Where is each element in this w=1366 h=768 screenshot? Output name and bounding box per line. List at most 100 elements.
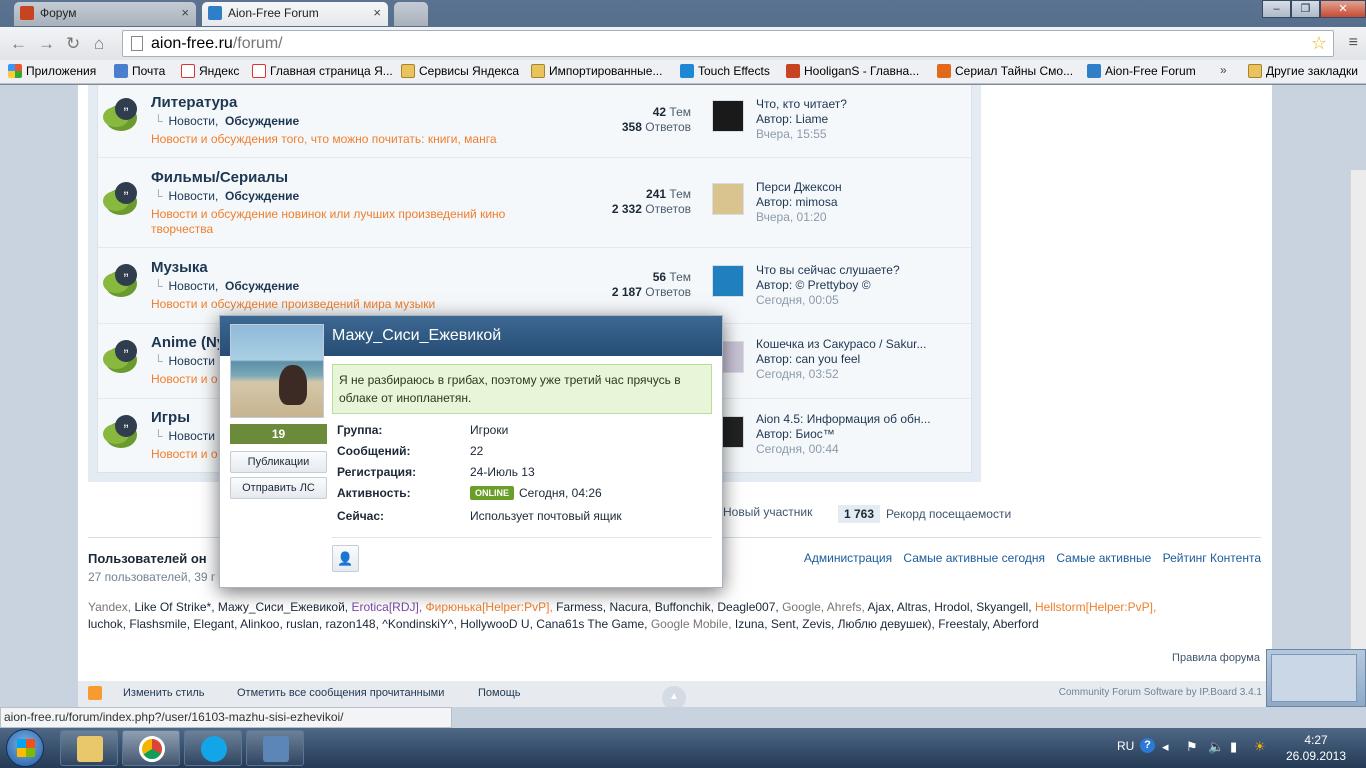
window-thumbnail[interactable] xyxy=(1266,649,1366,707)
subforum-link[interactable]: Новости xyxy=(169,354,215,368)
online-user-link[interactable]: Мажу_Сиси_Ежевикой, xyxy=(218,600,348,614)
reload-icon[interactable]: ↻ xyxy=(66,34,80,54)
home-icon[interactable]: ⌂ xyxy=(94,34,104,54)
back-icon[interactable]: ← xyxy=(10,34,27,54)
mark-all-read-link[interactable]: Отметить все сообщения прочитанными xyxy=(237,687,444,699)
bookmark-hooligans[interactable]: HooliganS - Главна... xyxy=(786,63,919,79)
last-post-author[interactable]: © Prettyboy © xyxy=(796,278,871,292)
online-user-link[interactable]: Yandex, xyxy=(88,600,131,614)
tray-arrow-icon[interactable]: ◂ xyxy=(1162,739,1169,755)
link-content-rating[interactable]: Рейтинг Контента xyxy=(1163,551,1261,565)
last-post-title[interactable]: Кошечка из Сакурасо / Sakur... xyxy=(756,337,926,351)
view-posts-button[interactable]: Публикации xyxy=(230,451,327,473)
subforum-link[interactable]: Обсуждение xyxy=(225,114,299,128)
taskbar-chrome[interactable] xyxy=(122,730,180,766)
online-user-link[interactable]: Zevis, xyxy=(802,617,834,631)
online-user-link[interactable]: Ajax, xyxy=(867,600,894,614)
online-user-link[interactable]: Skyangell, xyxy=(976,600,1031,614)
forum-title[interactable]: Игры xyxy=(151,409,190,426)
subforum-link[interactable]: Новости xyxy=(169,429,215,443)
online-user-link[interactable]: Google, xyxy=(782,600,824,614)
subforum-link[interactable]: Обсуждение xyxy=(225,279,299,293)
action-center-icon[interactable]: ⚑ xyxy=(1186,739,1198,755)
weather-icon[interactable]: ☀ xyxy=(1254,739,1266,755)
close-tab-icon[interactable]: × xyxy=(373,2,381,24)
send-pm-button[interactable]: Отправить ЛС xyxy=(230,477,327,499)
last-poster-avatar[interactable] xyxy=(712,183,744,215)
tab-forum[interactable]: Форум × xyxy=(14,2,196,26)
bookmark-folder-yandex-services[interactable]: Сервисы Яндекса xyxy=(401,63,519,79)
maximize-button[interactable]: ❐ xyxy=(1291,0,1320,18)
online-user-link[interactable]: Elegant, xyxy=(193,617,237,631)
new-tab-button[interactable] xyxy=(394,2,428,26)
online-user-link[interactable]: Ahrefs, xyxy=(827,600,865,614)
change-style-link[interactable]: Изменить стиль xyxy=(123,687,205,699)
bookmark-series[interactable]: Сериал Тайны Смо... xyxy=(937,63,1073,79)
subforum-link[interactable]: Обсуждение xyxy=(225,189,299,203)
menu-icon[interactable]: ≡ xyxy=(1349,34,1358,52)
language-indicator[interactable]: RU xyxy=(1117,739,1134,753)
last-post-title[interactable]: Перси Джексон xyxy=(756,180,842,194)
online-user-link[interactable]: Freestaly, xyxy=(938,617,990,631)
online-user-link[interactable]: Altras, xyxy=(897,600,931,614)
bookmark-yandex-main[interactable]: Главная страница Я... xyxy=(252,63,393,79)
online-user-link[interactable]: Like Of Strike*, xyxy=(135,600,215,614)
taskbar-explorer[interactable] xyxy=(60,730,118,766)
user-name[interactable]: Мажу_Сиси_Ежевикой xyxy=(332,327,501,345)
address-bar[interactable]: aion-free.ru/forum/ ☆ xyxy=(122,30,1334,57)
online-user-link[interactable]: Hellstorm[Helper:PvP], xyxy=(1035,600,1156,614)
online-user-link[interactable]: Nacura, xyxy=(609,600,651,614)
online-user-link[interactable]: Buffonchik, xyxy=(655,600,714,614)
user-photo[interactable] xyxy=(230,324,324,418)
subforum-link[interactable]: Новости, xyxy=(169,279,219,293)
online-user-link[interactable]: Erotica[RDJ], xyxy=(351,600,422,614)
online-user-link[interactable]: Izuna, xyxy=(735,617,768,631)
online-user-link[interactable]: Farmess, xyxy=(556,600,606,614)
taskbar-skype[interactable] xyxy=(184,730,242,766)
bookmark-touch-effects[interactable]: Touch Effects xyxy=(680,63,770,79)
online-user-link[interactable]: Фирюнька[Helper:PvP], xyxy=(426,600,553,614)
bookmark-yandex[interactable]: Яндекс xyxy=(181,63,239,79)
forward-icon[interactable]: → xyxy=(38,34,55,54)
link-most-active[interactable]: Самые активные xyxy=(1056,551,1151,565)
online-user-link[interactable]: HollywooD U, xyxy=(460,617,533,631)
volume-icon[interactable]: 🔈 xyxy=(1208,739,1224,755)
bookmark-mail[interactable]: Почта xyxy=(114,63,165,79)
link-administration[interactable]: Администрация xyxy=(804,551,892,565)
forum-rules-link[interactable]: Правила форума xyxy=(1172,652,1260,664)
more-bookmarks-icon[interactable]: » xyxy=(1220,63,1227,77)
online-user-link[interactable]: Flashsmile, xyxy=(129,617,190,631)
last-post-title[interactable]: Что, кто читает? xyxy=(756,97,847,111)
scroll-to-top-icon[interactable]: ▲ xyxy=(662,686,686,707)
rss-icon[interactable] xyxy=(88,686,102,700)
forum-title[interactable]: Фильмы/Сериалы xyxy=(151,169,288,186)
online-user-link[interactable]: ^KondinskiY^, xyxy=(382,617,457,631)
help-icon[interactable]: ? xyxy=(1140,738,1155,753)
bookmark-folder-imported[interactable]: Импортированные... xyxy=(531,63,662,79)
taskbar-network[interactable] xyxy=(246,730,304,766)
link-most-active-today[interactable]: Самые активные сегодня xyxy=(903,551,1045,565)
online-user-link[interactable]: Люблю девушек), xyxy=(838,617,935,631)
last-post-author[interactable]: can you feel xyxy=(796,352,861,366)
forum-title[interactable]: Музыка xyxy=(151,259,208,276)
online-user-link[interactable]: luchok, xyxy=(88,617,126,631)
close-window-button[interactable]: ✕ xyxy=(1320,0,1366,18)
clock[interactable]: 4:27 26.09.2013 xyxy=(1281,732,1351,764)
add-friend-icon[interactable]: 👤 xyxy=(332,545,359,572)
last-post-author[interactable]: Liame xyxy=(796,112,829,126)
bookmark-folder-other[interactable]: Другие закладки xyxy=(1248,63,1358,79)
subforum-link[interactable]: Новости, xyxy=(169,189,219,203)
forum-title[interactable]: Литература xyxy=(151,94,237,111)
tab-aion-free-forum[interactable]: Aion-Free Forum × xyxy=(202,2,388,26)
online-user-link[interactable]: Deagle007, xyxy=(717,600,778,614)
online-user-link[interactable]: Cana61s The Game, xyxy=(536,617,647,631)
last-post-author[interactable]: Биос™ xyxy=(796,427,835,441)
online-user-link[interactable]: Sent, xyxy=(771,617,799,631)
network-status-icon[interactable]: ▮ xyxy=(1230,739,1237,755)
bookmark-star-icon[interactable]: ☆ xyxy=(1311,31,1327,56)
subforum-link[interactable]: Новости, xyxy=(169,114,219,128)
online-user-link[interactable]: Aberford xyxy=(993,617,1039,631)
page-scrollbar[interactable] xyxy=(1350,170,1366,707)
help-link[interactable]: Помощь xyxy=(478,687,521,699)
online-user-link[interactable]: ruslan, xyxy=(286,617,322,631)
